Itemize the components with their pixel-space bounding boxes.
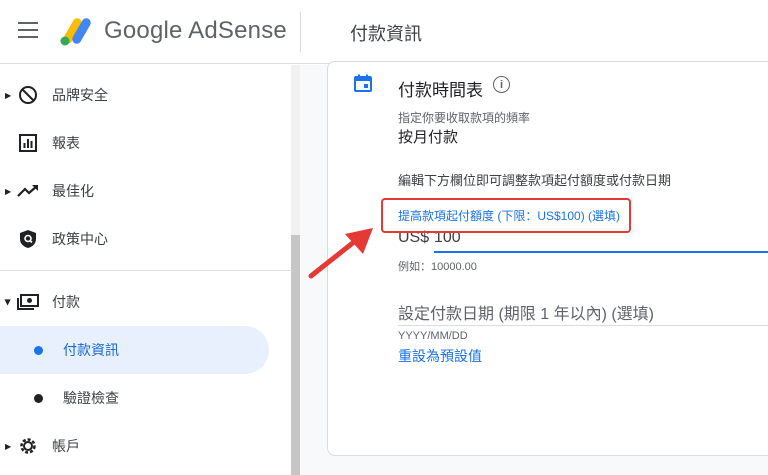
reset-default-link[interactable]: 重設為預設值 bbox=[398, 346, 482, 366]
report-icon bbox=[17, 132, 39, 154]
menu-icon[interactable] bbox=[18, 22, 38, 40]
expand-caret-icon[interactable]: ▶ bbox=[5, 187, 11, 196]
gear-icon bbox=[17, 435, 39, 457]
top-app-bar: Google AdSense 付款資訊 bbox=[0, 0, 768, 64]
header-divider bbox=[300, 12, 301, 52]
sidebar-item-label: 驗證檢查 bbox=[63, 390, 119, 406]
sidebar-item-label: 報表 bbox=[52, 135, 80, 151]
red-arrow-icon bbox=[308, 228, 373, 279]
sidebar-item-label: 品牌安全 bbox=[52, 87, 108, 103]
calendar-icon bbox=[354, 74, 372, 92]
sidebar-item-label: 政策中心 bbox=[52, 231, 108, 247]
block-icon bbox=[17, 84, 39, 106]
sidebar-item-label: 最佳化 bbox=[52, 183, 94, 199]
active-dot-icon bbox=[34, 345, 43, 355]
sidebar-item-account[interactable]: ▶ 帳戶 bbox=[0, 422, 290, 470]
page-title: 付款資訊 bbox=[350, 24, 422, 44]
sidebar-divider bbox=[0, 270, 292, 271]
sidebar-item-payments[interactable]: ▶ 付款 bbox=[0, 278, 290, 326]
sidebar: ▶ 品牌安全 報表 ▶ 最佳化 政策中心 ▶ 付款 付款資訊 驗證檢查 ▶ 帳戶 bbox=[0, 65, 300, 475]
expand-caret-icon[interactable]: ▶ bbox=[5, 91, 11, 100]
scrollbar-thumb[interactable] bbox=[291, 235, 300, 475]
shield-icon bbox=[17, 228, 39, 250]
sidebar-item-policy-center[interactable]: 政策中心 bbox=[0, 215, 290, 263]
frequency-value: 按月付款 bbox=[398, 129, 459, 146]
trending-up-icon bbox=[17, 180, 39, 202]
sidebar-item-brand-safety[interactable]: ▶ 品牌安全 bbox=[0, 71, 290, 119]
example-hint: 例如：10000.00 bbox=[398, 261, 477, 273]
threshold-amount-input[interactable] bbox=[434, 226, 768, 250]
card-title: 付款時間表 bbox=[398, 81, 483, 100]
input-underline bbox=[434, 251, 768, 253]
app-logo-text: Google AdSense bbox=[104, 17, 287, 44]
payments-icon bbox=[17, 291, 39, 313]
payment-schedule-card: 付款時間表 i 指定你要收取款項的頻率 按月付款 編輯下方欄位即可調整款項起付額… bbox=[327, 61, 768, 456]
expand-caret-icon[interactable]: ▶ bbox=[5, 442, 11, 451]
edit-description: 編輯下方欄位即可調整款項起付額度或付款日期 bbox=[398, 173, 672, 188]
frequency-label: 指定你要收取款項的頻率 bbox=[398, 111, 531, 125]
dot-icon bbox=[34, 393, 43, 403]
currency-prefix: US$ bbox=[398, 229, 430, 246]
sidebar-item-label: 帳戶 bbox=[52, 438, 80, 454]
threshold-label: 提高款項起付額度 (下限：US$100) (選填) bbox=[398, 209, 621, 223]
sidebar-item-label: 付款資訊 bbox=[63, 342, 119, 358]
sidebar-item-payment-info[interactable]: 付款資訊 bbox=[0, 326, 269, 374]
sidebar-item-label: 付款 bbox=[52, 294, 80, 310]
expand-caret-icon[interactable]: ▶ bbox=[4, 299, 13, 305]
sidebar-item-optimization[interactable]: ▶ 最佳化 bbox=[0, 167, 290, 215]
payment-date-field[interactable]: 設定付款日期 (期限 1 年以內) (選填) bbox=[398, 300, 654, 324]
sidebar-item-verification[interactable]: 驗證檢查 bbox=[0, 374, 290, 422]
date-underline bbox=[398, 325, 768, 326]
sidebar-item-reports[interactable]: 報表 bbox=[0, 119, 290, 167]
date-format-hint: YYYY/MM/DD bbox=[398, 330, 468, 342]
adsense-logo-icon bbox=[60, 18, 91, 46]
info-icon[interactable]: i bbox=[493, 76, 510, 93]
